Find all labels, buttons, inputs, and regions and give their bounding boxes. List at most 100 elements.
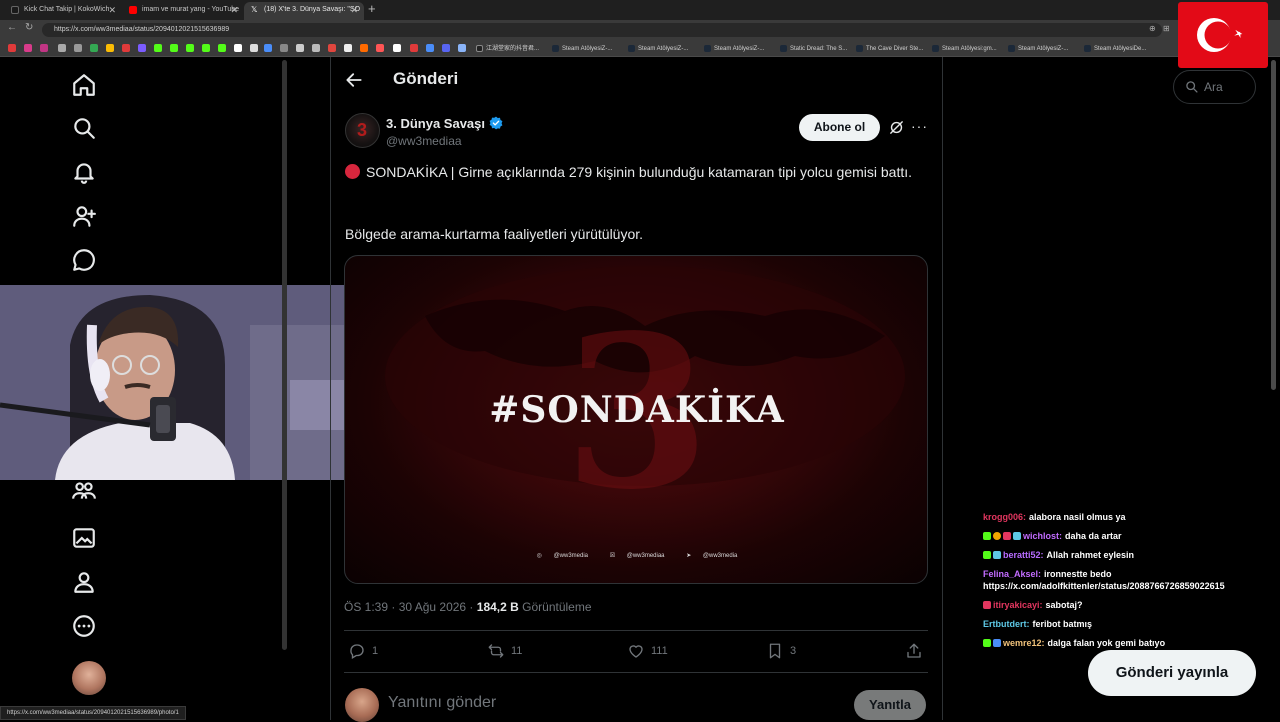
repost-action-button[interactable]: 11 [487,642,522,660]
author-handle[interactable]: @ww3mediaa [386,134,462,148]
kick-bookmark-icon[interactable] [218,44,226,52]
chat-username: itiryakicayi: [993,600,1043,610]
bookmark-icon[interactable] [376,44,384,52]
chat-username: Ertbutdert: [983,619,1030,629]
bookmark-link[interactable]: Steam AtölyesiDe... [1084,44,1146,54]
chat-text: Allah rahmet eylesin [1046,550,1135,560]
notifications-bell-icon[interactable] [71,159,97,185]
more-options-circle-icon[interactable] [71,613,97,639]
browser-back-icon[interactable]: ← [7,22,17,33]
chat-text: dalga falan yok gemi batıyo [1047,638,1166,648]
bookmark-icon[interactable] [74,44,82,52]
bookmark-icon[interactable] [458,44,466,52]
bookmark-icon[interactable] [280,44,288,52]
reply-input[interactable]: Yanıtını gönder [388,694,496,712]
bookmark-icon[interactable] [234,44,242,52]
bookmark-icon[interactable] [8,44,16,52]
follow-person-plus-icon[interactable] [71,203,97,229]
bookmark-link[interactable]: 江湖堂家的抖音君... [476,44,539,54]
bookmark-icon[interactable] [410,44,418,52]
chat-message: wichlost: daha da artar [983,530,1273,542]
back-arrow-icon[interactable] [344,70,364,90]
browser-reload-icon[interactable]: ↻ [25,22,33,33]
bookmark-link[interactable]: Steam AtölyesiZ-... [552,44,612,54]
chat-username: beratti52: [1003,550,1044,560]
communities-icon[interactable] [71,478,97,504]
bookmark-icon[interactable] [24,44,32,52]
bookmark-icon[interactable] [344,44,352,52]
bookmark-icon [769,643,781,659]
bookmark-link[interactable]: The Cave Diver Ste... [856,44,923,54]
browser-tab[interactable]: imam ve murat yang - YouTube ✕ [122,2,244,20]
messages-bubble-icon[interactable] [71,247,97,273]
kick-bookmark-icon[interactable] [170,44,178,52]
bookmark-icon[interactable] [393,44,401,52]
page-scrollbar[interactable] [1271,60,1276,390]
post-text-line1: SONDAKİKA | Girne açıklarında 279 kişini… [345,162,930,183]
subscribe-button[interactable]: Abone ol [799,114,880,141]
chat-text: alabora nasil olmus ya [1029,512,1126,522]
bookmark-icon[interactable] [296,44,304,52]
grok-icon[interactable] [888,119,905,136]
post-text: SONDAKİKA | Girne açıklarında 279 kişini… [366,164,913,180]
bookmark-action-button[interactable]: 3 [766,642,796,660]
post-media-image[interactable]: 3 #SONDAKİKA ◎ @ww3media ☒ @ww3mediaa ➤ … [344,255,928,584]
post-timestamp[interactable]: ÖS 1:39 · 30 Ağu 2026 [344,600,466,614]
tab-close-icon[interactable]: ✕ [108,2,116,18]
kick-bookmark-icon[interactable] [154,44,162,52]
extensions-icon[interactable]: ⊞ [1163,24,1170,33]
tab-close-icon[interactable]: ✕ [230,2,238,18]
bookmark-icon[interactable] [328,44,336,52]
reply-submit-button[interactable]: Yanıtla [854,690,926,720]
tab-title: Kick Chat Takip | KokoWich [24,6,110,13]
like-action-button[interactable]: 111 [627,642,668,660]
bookmark-link[interactable]: Steam AtölyesiZ-... [1008,44,1068,54]
bookmark-icon[interactable] [90,44,98,52]
post-text-line2: Bölgede arama-kurtarma faaliyetleri yürü… [345,226,644,242]
x-favicon-icon: 𝕏 [251,5,258,14]
tab-title: imam ve murat yang - YouTube [142,6,240,13]
repost-arrows-icon [488,644,504,658]
share-upload-icon [907,643,921,658]
bookmark-icon[interactable] [106,44,114,52]
sidebar-scrollbar[interactable] [282,60,287,650]
bookmark-icon[interactable] [58,44,66,52]
url-field[interactable]: https://x.com/ww3mediaa/status/209401202… [42,23,1162,37]
author-avatar[interactable]: 3 [345,113,380,148]
new-tab-icon[interactable]: + [368,1,376,16]
compose-post-button[interactable]: Gönderi yayınla [1088,650,1256,696]
bookmark-icon[interactable] [138,44,146,52]
bookmark-link[interactable]: Steam Atölyesi:gm... [932,44,997,54]
search-icon [1185,80,1198,93]
browser-tab-active[interactable]: 𝕏 (18) X'te 3. Dünya Savaşı: "SO ✕ [244,2,364,20]
media-gallery-icon[interactable] [71,525,97,551]
explore-search-icon[interactable] [71,115,97,141]
instagram-icon: ◎ [536,553,544,559]
bookmark-icon[interactable] [442,44,450,52]
divider [344,672,928,673]
bookmark-link[interactable]: Steam AtölyesiZ-... [704,44,764,54]
kick-bookmark-icon[interactable] [186,44,194,52]
kick-bookmark-icon[interactable] [202,44,210,52]
share-action-button[interactable] [905,642,929,660]
bookmark-link[interactable]: Steam AtölyesiZ-... [628,44,688,54]
bookmark-icon[interactable] [426,44,434,52]
bookmark-icon[interactable] [40,44,48,52]
more-options-icon[interactable]: ··· [911,118,928,134]
home-icon[interactable] [71,72,97,98]
account-avatar[interactable] [72,661,106,695]
crescent-star-icon [1197,18,1243,52]
bookmark-icon[interactable] [122,44,130,52]
bookmark-icon[interactable] [312,44,320,52]
bookmark-link[interactable]: Static Dread: The S... [780,44,847,54]
profile-person-icon[interactable] [71,569,97,595]
tab-close-icon[interactable]: ✕ [350,2,358,18]
author-display-name[interactable]: 3. Dünya Savaşı [386,116,485,131]
reply-action-button[interactable]: 1 [348,642,378,660]
bookmark-icon[interactable] [264,44,272,52]
x-bookmark-icon[interactable] [250,44,258,52]
zoom-icon[interactable]: ⊕ [1149,24,1156,33]
bookmark-icon[interactable] [360,44,368,52]
browser-tab[interactable]: Kick Chat Takip | KokoWich ✕ [4,2,122,20]
subscriber-badge-icon [983,532,991,540]
